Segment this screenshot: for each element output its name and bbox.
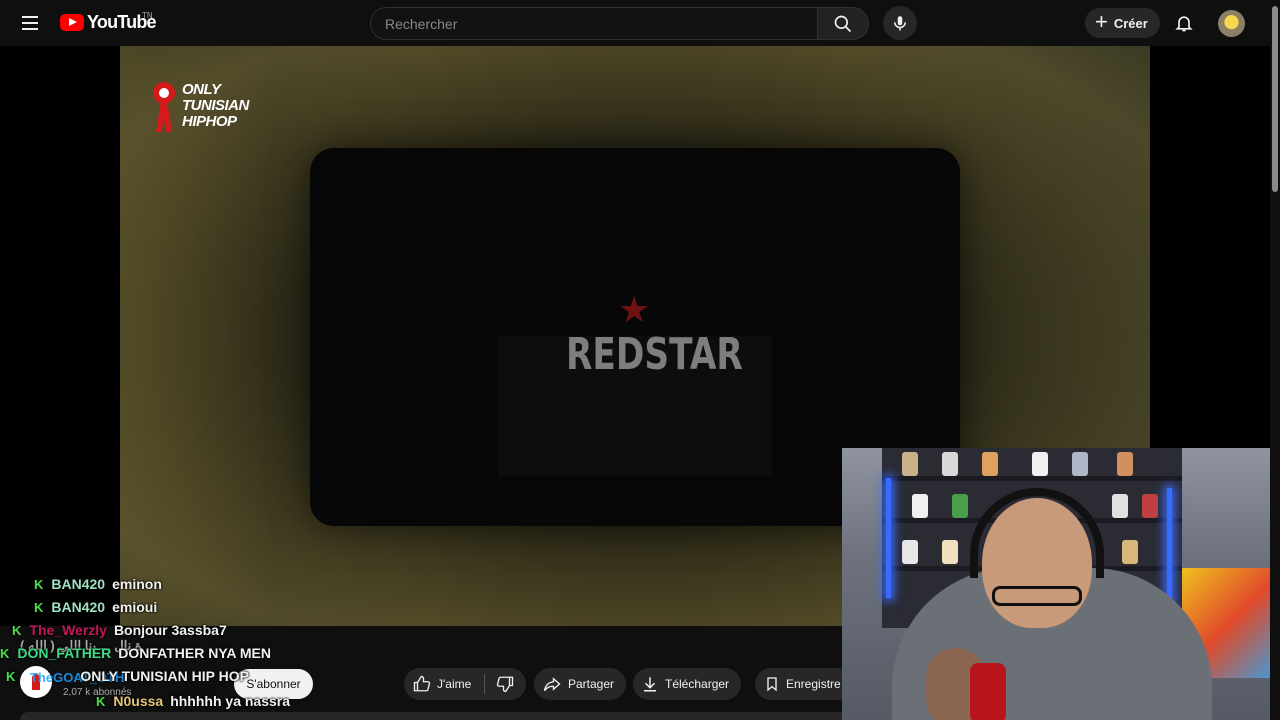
voice-search-button[interactable] (883, 6, 917, 40)
search-box (370, 7, 818, 40)
youtube-play-icon (60, 14, 84, 31)
download-button[interactable]: Télécharger (633, 668, 741, 700)
chat-text: ONLY TUNISIAN HIP HOP (80, 668, 249, 684)
kick-badge-icon: K (0, 646, 10, 661)
video-center-title: REDSTAR (566, 329, 743, 380)
chat-text: Bonjour 3assba7 (113, 622, 227, 638)
notifications-button[interactable] (1170, 9, 1198, 37)
tunisia-flag-icon (152, 82, 178, 134)
chat-username: DON_FATHER (17, 645, 112, 661)
kick-badge-icon: K (34, 600, 44, 615)
chat-username: The_Werzly (29, 622, 107, 638)
bell-icon (1175, 16, 1193, 32)
download-label: Télécharger (665, 677, 730, 691)
top-bar: YouTube TN + Créer (0, 0, 1280, 46)
video-letterbox-left (0, 46, 120, 626)
kick-badge-icon: K (34, 577, 44, 592)
kick-badge-icon: K (6, 669, 16, 684)
star-icon: ★ (618, 289, 651, 330)
chat-message: K DON_FATHER DONFATHER NYA MEN (0, 645, 271, 661)
like-button[interactable]: J'aime (404, 668, 484, 700)
microphone (970, 663, 1006, 720)
channel-watermark: ONLY TUNISIAN HIPHOP (152, 82, 249, 134)
chat-text: DONFATHER NYA MEN (118, 645, 271, 661)
create-label: Créer (1113, 15, 1148, 31)
like-icon (413, 675, 431, 692)
chat-message: K BAN420 emioui (34, 599, 157, 615)
dislike-button[interactable] (485, 668, 525, 700)
chat-text: hhhhhh ya nassra (170, 693, 291, 709)
save-button[interactable]: Enregistre (755, 668, 855, 700)
search-input[interactable] (371, 8, 817, 39)
chat-message: K ONLY TUNISIAN HIP HOP (6, 668, 249, 684)
streamer-webcam (842, 448, 1280, 720)
logo-country-code: TN (142, 11, 153, 20)
share-icon (543, 677, 561, 692)
share-label: Partager (568, 677, 615, 691)
save-label: Enregistre (786, 677, 841, 691)
create-button[interactable]: + Créer (1085, 8, 1160, 38)
dislike-icon (496, 676, 514, 693)
chat-message: K The_Werzly Bonjour 3assba7 (12, 622, 227, 638)
chat-message: K BAN420 eminon (34, 576, 162, 592)
mic-icon (894, 16, 906, 31)
chat-message: K N0ussa hhhhhh ya nassra (96, 693, 290, 709)
kick-badge-icon: K (96, 694, 106, 709)
glasses (992, 586, 1082, 606)
like-dislike-group: J'aime (404, 668, 526, 700)
kick-badge-icon: K (12, 623, 22, 638)
search-button[interactable] (817, 7, 869, 40)
bookmark-icon (767, 677, 777, 692)
watermark-text: ONLY TUNISIAN HIPHOP (182, 81, 249, 130)
chat-text: emioui (112, 599, 158, 615)
download-icon (644, 677, 656, 692)
chat-username: BAN420 (51, 599, 106, 615)
page-scrollbar[interactable] (1270, 0, 1280, 720)
search-icon (834, 15, 852, 32)
scrollbar-thumb[interactable] (1272, 6, 1278, 192)
like-label: J'aime (437, 677, 472, 691)
account-avatar[interactable] (1218, 10, 1245, 37)
plus-icon: + (1095, 9, 1108, 34)
share-button[interactable]: Partager (534, 668, 626, 700)
chat-username: BAN420 (51, 576, 106, 592)
youtube-watch-page: YouTube TN + Créer ONLY TUNISIAN HIP (0, 0, 1280, 720)
chat-text: eminon (112, 576, 162, 592)
chat-username: N0ussa (113, 693, 164, 709)
menu-icon[interactable] (18, 11, 42, 35)
